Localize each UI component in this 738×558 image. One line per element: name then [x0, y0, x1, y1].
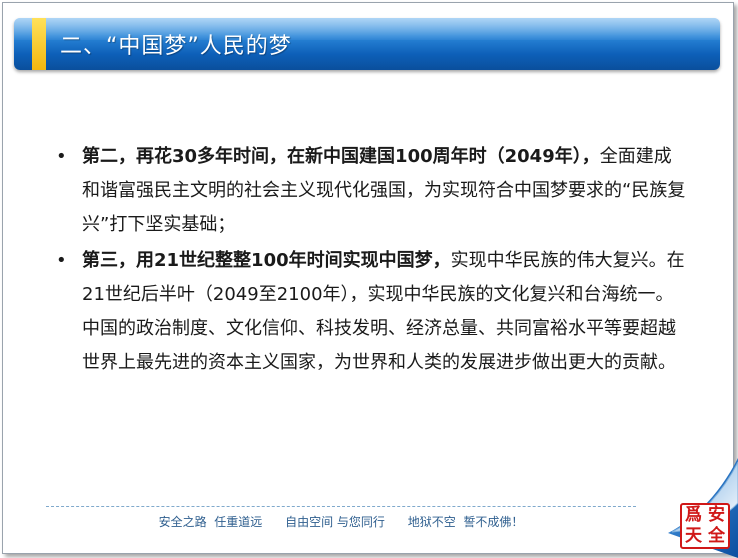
- footer-slogan: 安全之路 任重道远 自由空间 与您同行 地狱不空 誓不成佛！: [158, 515, 524, 529]
- bullet-marker: •: [56, 146, 67, 167]
- title-accent-bar: [32, 18, 46, 70]
- seal-char: 天: [685, 526, 702, 546]
- seal-char: 全: [708, 526, 725, 546]
- slide-title: 二、“中国梦”人民的梦: [60, 34, 292, 59]
- bullet-marker: •: [56, 250, 67, 271]
- slide: 二、“中国梦”人民的梦 • 第二，再花30多年时间，在新中国建国100周年时（2…: [0, 0, 738, 558]
- bullet-bold-text: 第三，用21世纪整整100年时间实现中国梦，: [82, 250, 451, 271]
- red-seal-stamp: 安 爲 全 天: [680, 503, 730, 549]
- seal-char: 爲: [685, 505, 702, 525]
- bullet-item: • 第三，用21世纪整整100年时间实现中国梦，实现中华民族的伟大复兴。在21世…: [52, 244, 688, 380]
- content-area: • 第二，再花30多年时间，在新中国建国100周年时（2049年），全面建成和谐…: [52, 140, 688, 382]
- bullet-item: • 第二，再花30多年时间，在新中国建国100周年时（2049年），全面建成和谐…: [52, 140, 688, 242]
- footer-divider: [46, 506, 636, 507]
- seal-char: 安: [708, 505, 725, 525]
- bullet-bold-text: 第二，再花30多年时间，在新中国建国100周年时（2049年），: [82, 146, 600, 167]
